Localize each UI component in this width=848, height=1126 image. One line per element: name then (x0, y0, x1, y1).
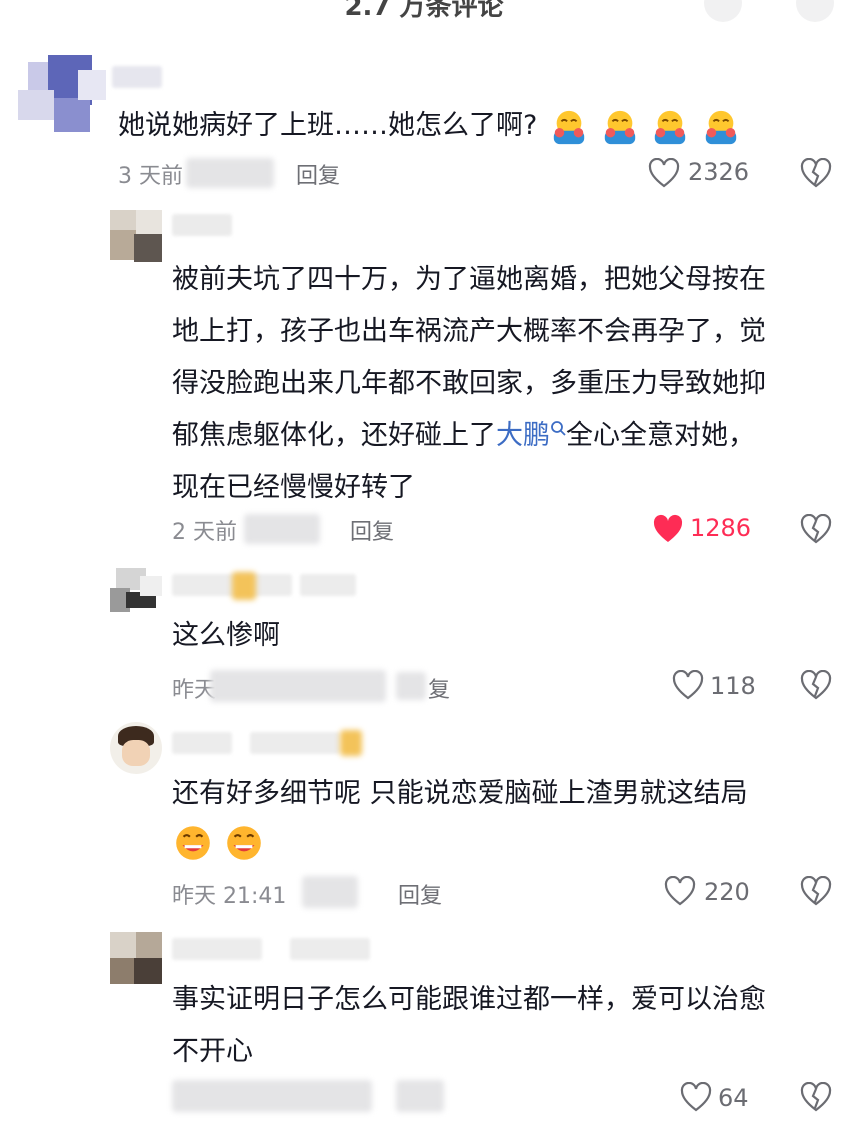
dislike-broken-heart-icon[interactable] (800, 876, 832, 906)
heart-outline-icon[interactable] (664, 876, 696, 906)
time-location-blurred (172, 1080, 372, 1112)
comment-time: 3 天前 (118, 164, 183, 189)
badge-blurred (340, 730, 362, 756)
location-blurred (302, 876, 358, 908)
like-count: 2326 (688, 158, 750, 186)
like-count: 220 (704, 878, 750, 906)
laugh-emoji (176, 826, 210, 860)
dislike-broken-heart-icon[interactable] (800, 158, 832, 188)
location-blurred (186, 158, 274, 188)
comment-text: 这么惨啊 (172, 620, 280, 651)
reply-button[interactable]: 回复 (398, 878, 442, 910)
comment-time: 2 天前 (172, 520, 237, 545)
username-blurred[interactable] (172, 732, 232, 754)
like-count: 118 (710, 672, 756, 700)
reply-button[interactable]: 回复 (350, 514, 394, 546)
dislike-broken-heart-icon[interactable] (800, 1082, 832, 1112)
comment-time: 昨天 21:41 (172, 884, 287, 909)
like-count: 1286 (690, 514, 752, 542)
dislike-broken-heart-icon[interactable] (800, 670, 832, 700)
username-extra-blurred (250, 732, 340, 754)
location-blurred (210, 670, 386, 702)
comment-text: 她说她病好了上班……她怎么了啊? (118, 100, 740, 152)
location-blurred (244, 514, 320, 544)
username-extra-blurred (290, 938, 370, 960)
comment-text: 还有好多细节呢 只能说恋爱脑碰上渣男就这结局 (172, 778, 748, 809)
reply-button[interactable]: 复 (428, 672, 450, 704)
username-blurred[interactable] (172, 938, 262, 960)
avatar[interactable] (110, 210, 162, 262)
hug-emoji (705, 110, 736, 144)
search-link-dapeng[interactable]: 大鹏 (496, 420, 550, 451)
reply-blurred (396, 672, 426, 700)
hug-emoji (553, 110, 585, 144)
heart-outline-icon[interactable] (680, 1082, 712, 1112)
comment-text: 事实证明日子怎么可能跟谁过都一样，爱可以治愈 不开心 (172, 984, 766, 1067)
comment-text: 被前夫坑了四十万，为了逼她离婚，把她父母按在 地上打，孩子也出车祸流产大概率不会… (172, 264, 766, 503)
avatar[interactable] (18, 50, 108, 140)
reply-button[interactable]: 回复 (296, 158, 340, 190)
heart-outline-icon[interactable] (672, 670, 704, 700)
username-blurred[interactable] (112, 66, 162, 88)
username-extra-blurred (300, 574, 356, 596)
avatar[interactable] (110, 932, 162, 984)
laugh-emoji-group (172, 822, 265, 864)
hug-emoji-group (546, 110, 740, 144)
dislike-broken-heart-icon[interactable] (800, 514, 832, 544)
laugh-emoji (227, 826, 261, 860)
reply-blurred[interactable] (396, 1080, 444, 1112)
search-icon[interactable] (550, 420, 566, 436)
username-blurred[interactable] (172, 214, 232, 236)
hug-emoji (654, 110, 686, 144)
badge-blurred (232, 572, 256, 600)
hug-emoji (604, 110, 635, 144)
avatar[interactable] (110, 568, 162, 620)
heart-outline-icon[interactable] (648, 158, 680, 188)
heart-filled-icon[interactable] (652, 514, 684, 544)
avatar[interactable] (110, 722, 162, 774)
like-count: 64 (718, 1084, 749, 1112)
